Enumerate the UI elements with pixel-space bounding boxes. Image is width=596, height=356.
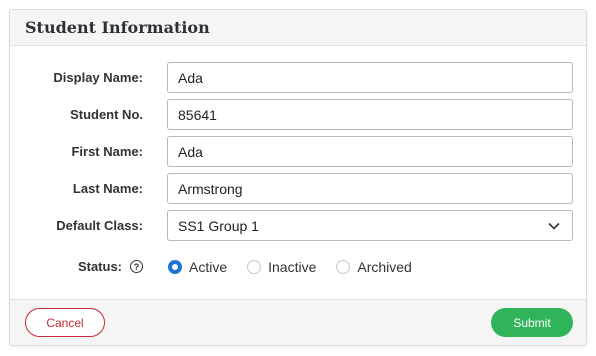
default-class-row: Default Class: SS1 Group 1 xyxy=(10,210,586,241)
cancel-button[interactable]: Cancel xyxy=(25,308,105,337)
default-class-label: Default Class: xyxy=(56,218,143,233)
status-option-active[interactable]: Active xyxy=(168,259,227,275)
last-name-row: Last Name: xyxy=(10,173,586,204)
question-circle-icon[interactable]: ? xyxy=(130,260,143,273)
submit-button[interactable]: Submit xyxy=(491,308,573,337)
radio-archived[interactable] xyxy=(336,259,351,274)
status-option-label: Archived xyxy=(357,258,412,275)
last-name-label: Last Name: xyxy=(72,181,143,196)
chevron-down-icon xyxy=(548,222,560,230)
default-class-value: SS1 Group 1 xyxy=(178,217,259,234)
status-option-archived[interactable]: Archived xyxy=(336,258,412,275)
status-label: Status: xyxy=(77,259,122,274)
card-header: Student Information xyxy=(10,10,586,46)
display-name-label: Display Name: xyxy=(53,70,143,85)
card-footer: Cancel Submit xyxy=(10,299,586,345)
display-name-row: Display Name: xyxy=(10,62,586,93)
page-title: Student Information xyxy=(25,18,210,37)
status-option-inactive[interactable]: Inactive xyxy=(247,259,316,275)
status-radio-group: Active Inactive Archived xyxy=(168,251,432,282)
status-option-label: Inactive xyxy=(268,258,317,275)
status-row: Status: ? Active Inactive Archived xyxy=(10,251,586,282)
student-no-field[interactable] xyxy=(167,99,573,130)
last-name-field[interactable] xyxy=(167,173,573,204)
default-class-select[interactable]: SS1 Group 1 xyxy=(167,210,573,241)
student-no-label: Student No. xyxy=(70,107,143,122)
radio-inactive[interactable] xyxy=(247,259,262,274)
first-name-row: First Name: xyxy=(10,136,586,167)
student-no-row: Student No. xyxy=(10,99,586,130)
first-name-label: First Name: xyxy=(71,144,143,159)
status-option-label: Active xyxy=(189,258,228,275)
radio-active[interactable] xyxy=(168,259,182,274)
display-name-field[interactable] xyxy=(167,62,573,93)
first-name-field[interactable] xyxy=(167,136,573,167)
status-label-wrap: Status: ? xyxy=(78,251,143,282)
student-info-card: Student Information Display Name: Studen… xyxy=(9,9,587,346)
